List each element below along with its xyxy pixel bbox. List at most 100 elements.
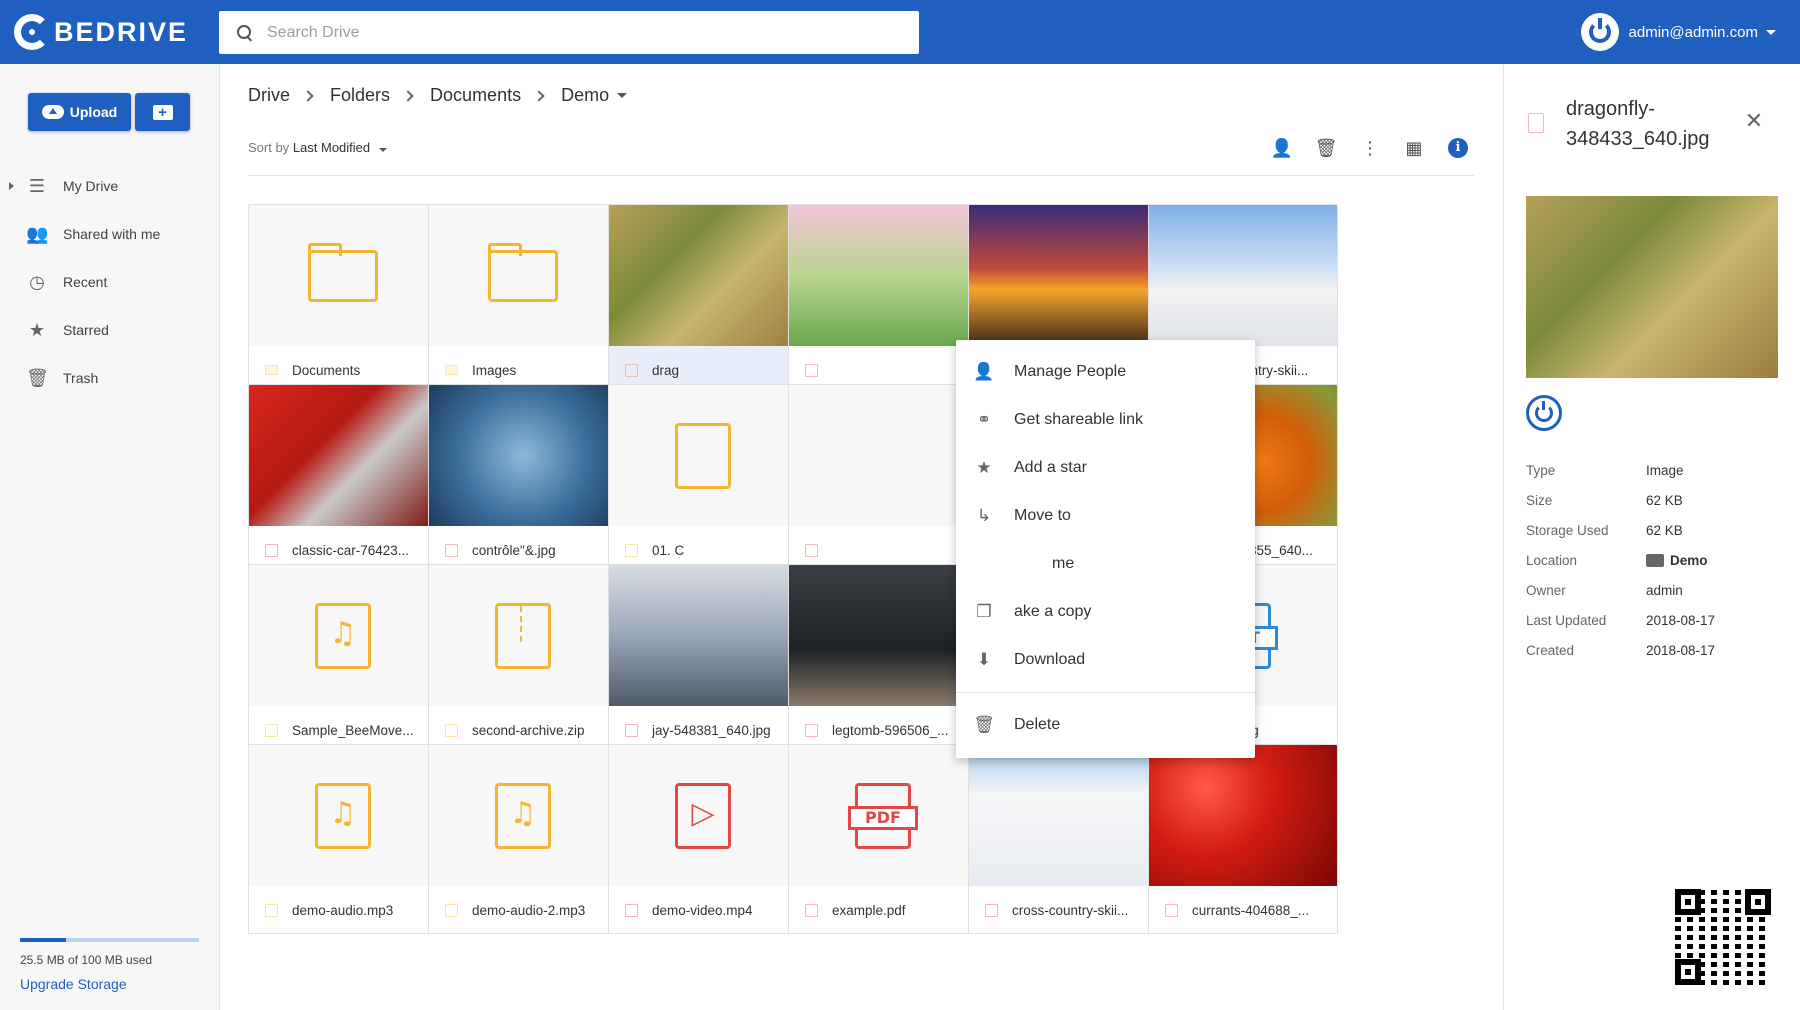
file-card[interactable]: contrôle"&.jpg	[428, 384, 618, 574]
file-thumbnail	[609, 205, 797, 346]
prop-row: Owner admin	[1526, 575, 1786, 605]
location-value[interactable]: Demo	[1646, 553, 1708, 568]
file-card[interactable]: ▷ demo-video.mp4	[608, 744, 798, 934]
file-thumbnail	[249, 385, 437, 526]
upload-button[interactable]: Upload	[28, 93, 131, 131]
sidebar-nav: ☰ My Drive 👥 Shared with me ◷ Recent ★ S…	[0, 162, 219, 402]
breadcrumb-drive[interactable]: Drive	[248, 85, 290, 106]
qr-code	[1675, 889, 1771, 985]
file-card[interactable]: PDF example.pdf	[788, 744, 978, 934]
file-type-icon	[445, 903, 458, 917]
delete-trash-icon[interactable]: 🗑	[1312, 134, 1340, 162]
new-folder-button[interactable]: +	[135, 93, 190, 131]
file-card[interactable]: ♫ demo-audio-2.mp3	[428, 744, 618, 934]
file-name: drag	[652, 362, 680, 378]
details-properties: Type Image Size 62 KB Storage Used 62 KB Lo…	[1526, 455, 1786, 665]
menu-item-delete[interactable]: 🗑 Delete	[956, 701, 1255, 749]
file-card[interactable]: 01. C	[608, 384, 798, 574]
document-file-icon	[675, 422, 731, 489]
file-name: example.pdf	[832, 902, 906, 918]
trash-icon: 🗑	[26, 368, 49, 388]
play-icon: ▷	[691, 795, 715, 831]
file-card[interactable]: ♫ demo-audio.mp3	[248, 744, 438, 934]
share-person-add-icon[interactable]: 👤	[1268, 134, 1296, 162]
file-card[interactable]: Documents	[248, 204, 438, 394]
sidebar-item-trash[interactable]: 🗑 Trash	[0, 354, 219, 402]
sort-value[interactable]: Last Modified	[293, 140, 370, 155]
file-card-footer: cross-country-skii...	[969, 886, 1157, 933]
menu-item-get-link[interactable]: ⚭ Get shareable link	[956, 396, 1255, 444]
sidebar-item-recent[interactable]: ◷ Recent	[0, 258, 219, 306]
prop-key: Location	[1526, 552, 1578, 568]
pdf-badge: PDF	[848, 805, 918, 830]
breadcrumb-documents[interactable]: Documents	[430, 85, 521, 106]
zipper-icon	[520, 605, 526, 642]
top-bar: BEDRIVE admin@admin.com	[0, 0, 1800, 64]
more-vert-icon[interactable]: ⋮	[1356, 134, 1384, 162]
file-name: demo-video.mp4	[652, 902, 753, 918]
app-logo[interactable]: BEDRIVE	[14, 14, 188, 50]
file-card[interactable]: drag	[608, 204, 798, 394]
logo-text: BEDRIVE	[54, 16, 189, 47]
sidebar: Upload + ☰ My Drive 👥 Shared with me ◷ R…	[0, 64, 220, 1010]
sort-prefix: Sort by	[248, 140, 290, 155]
prop-value: Image	[1646, 462, 1684, 478]
menu-item-label: Move to	[1014, 507, 1071, 524]
file-thumbnail	[1149, 745, 1337, 886]
file-type-preview: PDF	[789, 745, 977, 886]
sidebar-item-shared[interactable]: 👥 Shared with me	[0, 210, 219, 258]
menu-item-add-star[interactable]: ★ Add a star	[956, 444, 1255, 492]
file-card[interactable]: Images	[428, 204, 618, 394]
audio-file-icon: ♫	[315, 782, 371, 849]
search-box[interactable]	[219, 11, 919, 54]
file-card[interactable]: legtomb-596506_...	[788, 564, 978, 754]
upgrade-storage-link[interactable]: Upgrade Storage	[20, 976, 127, 992]
file-card[interactable]	[788, 384, 978, 574]
account-menu[interactable]: admin@admin.com	[1580, 12, 1776, 52]
search-input[interactable]	[267, 23, 887, 42]
expand-arrow-icon[interactable]	[9, 182, 14, 190]
file-type-icon	[805, 363, 818, 377]
image-file-icon	[1528, 113, 1544, 133]
file-card[interactable]: ♫ Sample_BeeMove...	[248, 564, 438, 754]
prop-value: admin	[1646, 582, 1683, 598]
file-name: currants-404688_...	[1192, 902, 1310, 918]
menu-item-make-copy[interactable]: ❐ ake a copy	[956, 588, 1255, 636]
file-type-icon	[625, 363, 638, 377]
menu-item-manage-people[interactable]: 👤 Manage People	[956, 348, 1255, 396]
grid-view-icon[interactable]: ▦	[1400, 134, 1428, 162]
file-name: second-archive.zip	[472, 722, 585, 738]
breadcrumb-folders[interactable]: Folders	[330, 85, 390, 106]
sidebar-item-my-drive[interactable]: ☰ My Drive	[0, 162, 219, 210]
info-button[interactable]: i	[1444, 134, 1472, 162]
chevron-right-icon	[302, 89, 314, 102]
prop-row: Created 2018-08-17	[1526, 635, 1786, 665]
file-card[interactable]: second-archive.zip	[428, 564, 618, 754]
chevron-down-icon[interactable]	[617, 93, 628, 98]
menu-item-download[interactable]: ⬇ Download	[956, 636, 1255, 684]
file-card[interactable]: cross-country-skii...	[968, 744, 1158, 934]
close-icon[interactable]: ✕	[1744, 110, 1764, 132]
file-name: cross-country-skii...	[1012, 902, 1129, 918]
menu-spacer	[956, 340, 1255, 348]
menu-divider	[956, 692, 1255, 693]
file-thumbnail	[1149, 205, 1337, 346]
file-card[interactable]: jay-548381_640.jpg	[608, 564, 798, 754]
menu-item-move-to[interactable]: ↳ Move to	[956, 492, 1255, 540]
prop-key: Storage Used	[1526, 522, 1609, 538]
breadcrumb-demo[interactable]: Demo	[561, 85, 609, 106]
file-type-icon	[445, 543, 458, 557]
menu-item-rename[interactable]: me	[956, 540, 1255, 588]
prop-key: Size	[1526, 492, 1553, 508]
chevron-right-icon	[402, 89, 414, 102]
file-card[interactable]	[788, 204, 978, 394]
sidebar-item-label: My Drive	[63, 178, 119, 194]
file-card[interactable]: currants-404688_...	[1148, 744, 1338, 934]
file-type-preview	[429, 565, 617, 706]
power-icon	[1588, 18, 1611, 43]
sort-control[interactable]: Sort by Last Modified	[248, 140, 387, 155]
folder-icon	[1646, 554, 1664, 568]
file-card[interactable]: classic-car-76423...	[248, 384, 438, 574]
sidebar-item-starred[interactable]: ★ Starred	[0, 306, 219, 354]
folder-icon	[488, 242, 558, 302]
